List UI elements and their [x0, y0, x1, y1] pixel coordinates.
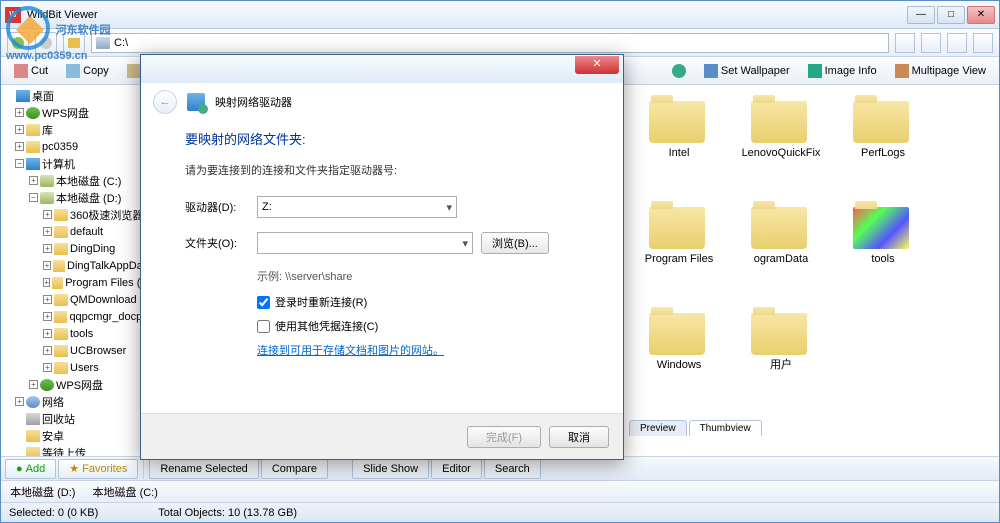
- tree-folder[interactable]: +qqpcmgr_docpro: [1, 308, 152, 325]
- tree-folder[interactable]: +tools: [1, 325, 152, 342]
- tree-wps2[interactable]: +WPS网盘: [1, 376, 152, 393]
- favorite-button[interactable]: [947, 33, 967, 53]
- browse-button[interactable]: 浏览(B)...: [481, 232, 549, 254]
- thumb-item[interactable]: 用户: [739, 307, 823, 407]
- view-button[interactable]: [973, 33, 993, 53]
- app-icon: W: [5, 7, 21, 23]
- tab-thumbview[interactable]: Thumbview: [689, 420, 762, 436]
- window-title: WildBit Viewer: [27, 9, 907, 21]
- tree-folder[interactable]: +QMDownload: [1, 291, 152, 308]
- copy-button[interactable]: Copy: [59, 60, 116, 82]
- set-wallpaper-button[interactable]: Set Wallpaper: [697, 60, 797, 82]
- cut-button[interactable]: Cut: [7, 60, 55, 82]
- editor-button[interactable]: Editor: [431, 459, 482, 479]
- compare-button[interactable]: Compare: [261, 459, 328, 479]
- drive-tab-d[interactable]: 本地磁盘 (D:): [7, 484, 75, 500]
- dialog-heading: 要映射的网络文件夹:: [185, 129, 593, 148]
- thumb-label: PerfLogs: [861, 147, 905, 159]
- drive-combo[interactable]: Z:: [257, 196, 457, 218]
- status-bar: Selected: 0 (0 KB) Total Objects: 10 (13…: [1, 502, 999, 522]
- reconnect-checkbox[interactable]: [257, 296, 270, 309]
- storage-link[interactable]: 连接到可用于存储文档和图片的网站。: [257, 342, 593, 358]
- tree-folder[interactable]: +DingTalkAppData: [1, 257, 152, 274]
- rename-button[interactable]: Rename Selected: [149, 459, 258, 479]
- back-button[interactable]: [7, 32, 29, 54]
- thumb-item[interactable]: Intel: [637, 95, 721, 195]
- thumb-item[interactable]: LenovoQuickFix: [739, 95, 823, 195]
- thumb-label: Program Files: [645, 253, 713, 265]
- refresh-button[interactable]: [665, 60, 693, 82]
- maximize-button[interactable]: □: [937, 6, 965, 24]
- minimize-button[interactable]: —: [907, 6, 935, 24]
- reconnect-label: 登录时重新连接(R): [275, 294, 367, 310]
- tree-pc[interactable]: +pc0359: [1, 138, 152, 155]
- status-selected: Selected: 0 (0 KB): [9, 507, 98, 519]
- thumb-label: Windows: [657, 359, 702, 371]
- search-button[interactable]: Search: [484, 459, 541, 479]
- dialog-close-button[interactable]: ✕: [575, 56, 619, 74]
- thumb-label: LenovoQuickFix: [742, 147, 821, 159]
- up-folder-button[interactable]: [63, 32, 85, 54]
- thumb-item[interactable]: ogramData: [739, 201, 823, 301]
- tree-folder[interactable]: +UCBrowser: [1, 342, 152, 359]
- slideshow-button[interactable]: Slide Show: [352, 459, 429, 479]
- favorites-button[interactable]: ★ Favorites: [58, 459, 138, 479]
- tree-drive-c[interactable]: +本地磁盘 (C:): [1, 172, 152, 189]
- other-credentials-label: 使用其他凭据连接(C): [275, 318, 378, 334]
- go-button[interactable]: [921, 33, 941, 53]
- address-input[interactable]: C:\: [91, 33, 889, 53]
- drive-label: 驱动器(D):: [185, 199, 249, 215]
- folder-label: 文件夹(O):: [185, 235, 249, 251]
- example-text: 示例: \\server\share: [257, 268, 593, 284]
- drive-tab-c[interactable]: 本地磁盘 (C:): [89, 484, 157, 500]
- add-button[interactable]: ● Add: [5, 459, 56, 479]
- folder-tree[interactable]: 桌面 +WPS网盘 +库 +pc0359 −计算机 +本地磁盘 (C:) −本地…: [1, 85, 153, 456]
- address-text: C:\: [114, 37, 128, 49]
- tree-desktop[interactable]: 桌面: [1, 87, 152, 104]
- thumb-label: 用户: [770, 359, 792, 371]
- thumb-item[interactable]: PerfLogs: [841, 95, 925, 195]
- multipage-button[interactable]: Multipage View: [888, 60, 993, 82]
- main-titlebar: W WildBit Viewer — □ ✕: [1, 1, 999, 29]
- finish-button[interactable]: 完成(F): [467, 426, 541, 448]
- thumb-label: ogramData: [754, 253, 808, 265]
- tree-computer[interactable]: −计算机: [1, 155, 152, 172]
- dialog-back-button[interactable]: ←: [153, 90, 177, 114]
- address-bar: C:\: [1, 29, 999, 57]
- dialog-title: 映射网络驱动器: [215, 94, 292, 110]
- thumb-item[interactable]: tools: [841, 201, 925, 301]
- thumb-label: tools: [871, 253, 894, 265]
- tree-android[interactable]: 安卓: [1, 427, 152, 444]
- tree-drive-d[interactable]: −本地磁盘 (D:): [1, 189, 152, 206]
- folder-combo[interactable]: [257, 232, 473, 254]
- tree-waiting[interactable]: 等待上传: [1, 444, 152, 456]
- thumb-item[interactable]: Program Files: [637, 201, 721, 301]
- dialog-description: 请为要连接到的连接和文件夹指定驱动器号:: [185, 162, 593, 178]
- tree-network[interactable]: +网络: [1, 393, 152, 410]
- dropdown-button[interactable]: [895, 33, 915, 53]
- tree-folder[interactable]: +default: [1, 223, 152, 240]
- tree-folder[interactable]: +Users: [1, 359, 152, 376]
- thumb-label: Intel: [669, 147, 690, 159]
- tree-folder[interactable]: +Program Files (x8: [1, 274, 152, 291]
- close-button[interactable]: ✕: [967, 6, 995, 24]
- map-network-drive-dialog: ✕ ← 映射网络驱动器 要映射的网络文件夹: 请为要连接到的连接和文件夹指定驱动…: [140, 54, 624, 460]
- tab-preview[interactable]: Preview: [629, 420, 687, 436]
- tree-wps[interactable]: +WPS网盘: [1, 104, 152, 121]
- tree-library[interactable]: +库: [1, 121, 152, 138]
- forward-button[interactable]: [35, 32, 57, 54]
- tree-folder[interactable]: +DingDing: [1, 240, 152, 257]
- drive-icon: [96, 37, 110, 49]
- status-total: Total Objects: 10 (13.78 GB): [158, 507, 297, 519]
- tree-recycle[interactable]: 回收站: [1, 410, 152, 427]
- image-info-button[interactable]: Image Info: [801, 60, 884, 82]
- view-tabs: Preview Thumbview: [623, 416, 999, 436]
- cancel-button[interactable]: 取消: [549, 426, 609, 448]
- thumb-item[interactable]: Windows: [637, 307, 721, 407]
- other-credentials-checkbox[interactable]: [257, 320, 270, 333]
- tree-folder[interactable]: +360极速浏览器: [1, 206, 152, 223]
- dialog-titlebar: ✕: [141, 55, 623, 83]
- network-drive-icon: [187, 93, 205, 111]
- drive-tabs: 本地磁盘 (D:) 本地磁盘 (C:): [1, 480, 999, 502]
